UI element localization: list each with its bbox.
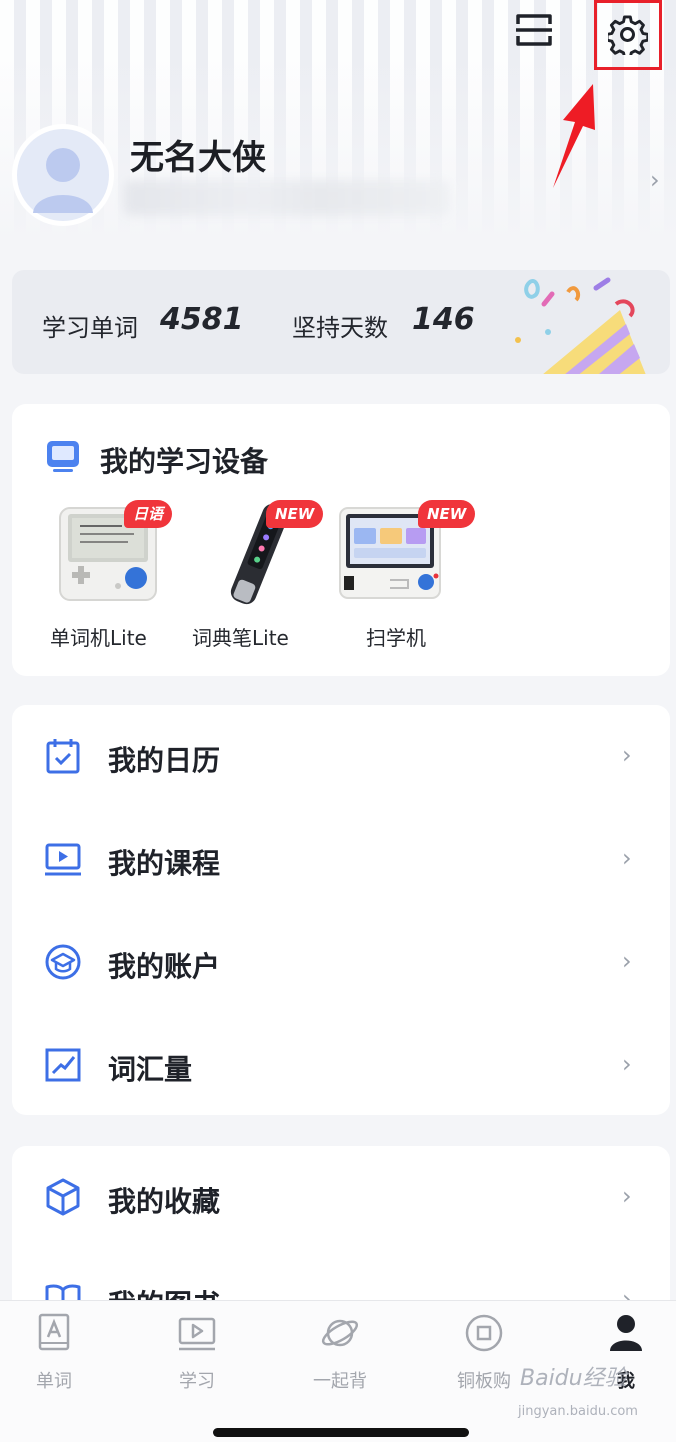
device-name: 扫学机 (366, 626, 426, 650)
chevron-right-icon: › (622, 741, 632, 769)
watermark-sub: jingyan.baidu.com (518, 1404, 638, 1419)
menu-label: 我的账户 (108, 950, 221, 983)
stats-card: 学习单词 4581 坚持天数 146 (12, 270, 670, 374)
play-icon (178, 1317, 216, 1351)
menu-label: 我的收藏 (108, 1185, 221, 1218)
account-icon (45, 944, 81, 980)
shop-icon (465, 1314, 503, 1352)
device-name: 单词机Lite (50, 626, 147, 650)
tab-label: 一起背 (313, 1371, 367, 1392)
menu-item-courses[interactable]: 我的课程 › (12, 808, 670, 911)
streak-days-label: 坚持天数 (292, 314, 388, 342)
course-icon (45, 843, 81, 876)
menu-item-vocabulary[interactable]: 词汇量 › (12, 1014, 670, 1117)
annotation-arrow (553, 84, 595, 188)
menu-item-account[interactable]: 我的账户 › (12, 911, 670, 1014)
box-icon (46, 1178, 80, 1216)
tab-study[interactable]: 学习 (147, 1313, 247, 1393)
scan-button[interactable] (510, 8, 558, 52)
tab-label: 学习 (179, 1371, 215, 1392)
tab-together[interactable]: 一起背 (290, 1313, 390, 1393)
settings-button[interactable] (594, 0, 662, 70)
device-badge: NEW (418, 500, 476, 528)
device-name: 词典笔Lite (192, 626, 289, 650)
party-popper-icon (515, 277, 646, 374)
planet-icon (321, 1319, 359, 1347)
home-indicator (213, 1428, 469, 1437)
devices-title: 我的学习设备 (100, 445, 269, 478)
chevron-right-icon: › (622, 947, 632, 975)
watermark: Baidu经验 (520, 1366, 627, 1391)
menu-label: 我的课程 (108, 847, 221, 880)
menu-label: 词汇量 (108, 1053, 193, 1086)
tab-label: 铜板购 (457, 1371, 511, 1392)
tab-shop[interactable]: 铜板购 (434, 1313, 534, 1393)
tab-words[interactable]: 单词 (4, 1313, 104, 1393)
scan-icon (516, 14, 552, 46)
device-badge: 日语 (124, 500, 173, 528)
device-badge: NEW (266, 500, 324, 528)
words-learned-label: 学习单词 (42, 314, 138, 342)
chart-icon (45, 1048, 81, 1082)
chevron-right-icon: › (622, 1050, 632, 1078)
tab-label: 单词 (36, 1371, 72, 1392)
menu-label: 我的日历 (108, 744, 221, 777)
person-icon (610, 1315, 642, 1351)
avatar[interactable] (15, 127, 111, 223)
menu-item-favorites[interactable]: 我的收藏 › (12, 1146, 670, 1249)
menu-card-primary: 我的日历 › 我的课程 › 我的账户 › 词汇量 › (12, 705, 670, 1115)
words-learned-value: 4581 (160, 302, 244, 337)
monitor-icon (47, 441, 79, 472)
streak-days-value: 146 (412, 302, 475, 337)
username[interactable]: 无名大侠 (130, 130, 266, 179)
chevron-right-icon: › (622, 844, 632, 872)
chevron-right-icon: › (622, 1182, 632, 1210)
blurred-user-id (124, 180, 450, 216)
gear-icon (608, 15, 648, 55)
calendar-icon (46, 739, 80, 774)
word-icon (38, 1313, 70, 1351)
devices-card: 我的学习设备 日语 单词机Lite NEW 词典笔Lite NEW 扫学机 (12, 404, 670, 676)
profile-chevron-icon[interactable]: › (650, 166, 660, 194)
menu-item-calendar[interactable]: 我的日历 › (12, 705, 670, 808)
default-avatar-icon (17, 129, 109, 221)
